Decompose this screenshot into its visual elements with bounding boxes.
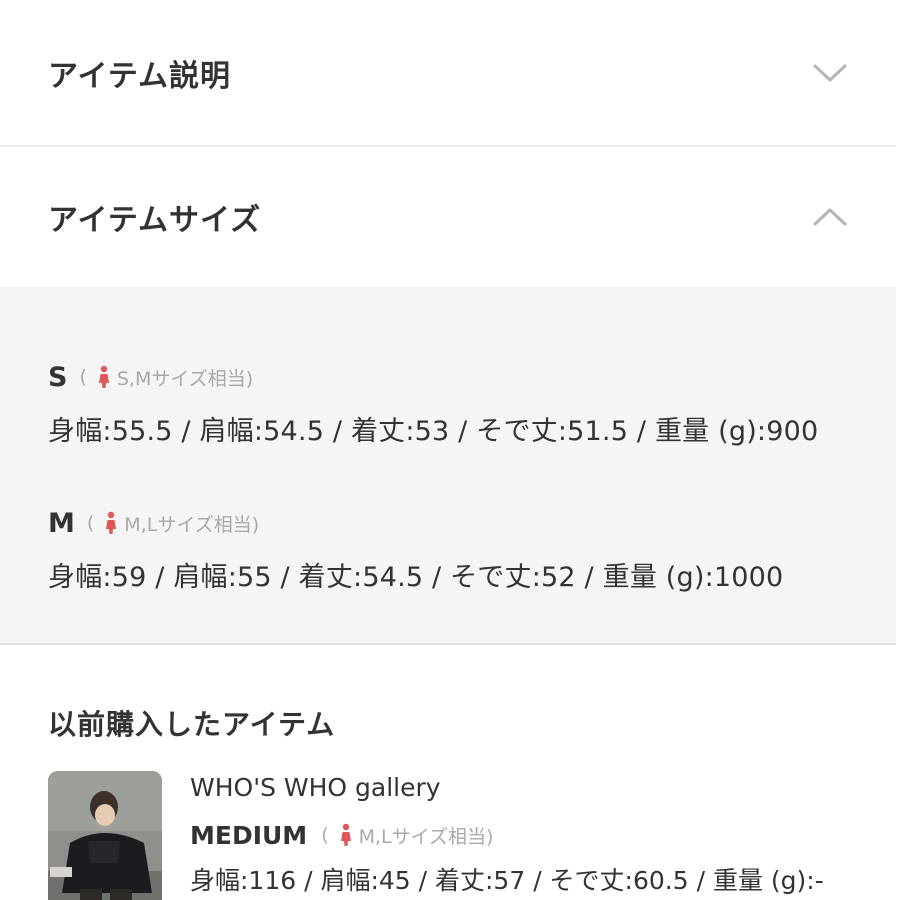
previous-purchase-title: 以前購入したアイテム [48, 708, 336, 741]
note-text: S,Mサイズ相当) [116, 367, 254, 390]
product-thumbnail[interactable] [48, 771, 162, 900]
size-heading: S ( S,Mサイズ相当) [48, 359, 818, 395]
item-size-accordion[interactable]: アイテムサイズ [0, 147, 896, 287]
size-measurements: 身幅:55.5 / 肩幅:54.5 / 着丈:53 / そで丈:51.5 / 重… [48, 416, 819, 447]
previous-purchase-info: WHO'S WHO gallery MEDIUM ( M,Lサイズ相当) 身幅:… [190, 773, 824, 897]
chevron-down-icon[interactable] [812, 62, 848, 84]
person-icon [104, 511, 118, 535]
note-open-paren: ( [79, 366, 87, 388]
size-measurements: 身幅:59 / 肩幅:55 / 着丈:54.5 / そで丈:52 / 重量 (g… [48, 562, 784, 593]
person-icon [339, 823, 353, 847]
previous-size-label: MEDIUM [190, 820, 308, 850]
previous-measurements: 身幅:116 / 肩幅:45 / 着丈:57 / そで丈:60.5 / 重量 (… [190, 866, 824, 895]
chevron-up-icon[interactable] [812, 206, 848, 228]
size-label: S [48, 361, 68, 393]
note-text: M,Lサイズ相当) [358, 825, 494, 848]
size-entry-s: S ( S,Mサイズ相当) 身幅:55.5 / 肩幅:54.5 / 着丈:53 … [48, 359, 818, 448]
previous-size-heading: MEDIUM ( M,Lサイズ相当) [190, 817, 824, 853]
item-size-panel: S ( S,Mサイズ相当) 身幅:55.5 / 肩幅:54.5 / 着丈:53 … [0, 287, 896, 645]
brand-name[interactable]: WHO'S WHO gallery [190, 773, 824, 809]
previous-purchase-section: 以前購入したアイテム WHO'S WHO gallery MEDIUM (M,… [0, 645, 896, 900]
note-text: M,Lサイズ相当) [124, 513, 260, 536]
item-description-title: アイテム説明 [48, 58, 231, 94]
note-open-paren: ( [321, 824, 329, 846]
size-equivalent-note: ( M,Lサイズ相当) [321, 822, 493, 849]
item-size-title: アイテムサイズ [48, 203, 262, 238]
size-equivalent-note: ( S,Mサイズ相当) [79, 364, 253, 391]
item-detail-page: アイテム説明 アイテムサイズ S ( S,Mサイズ相当) 身幅:55.5 / 肩… [0, 0, 900, 900]
size-entry-m: M ( M,Lサイズ相当) 身幅:59 / 肩幅:55 / 着丈:54.5 / … [48, 505, 783, 594]
size-heading: M ( M,Lサイズ相当) [48, 505, 783, 541]
size-equivalent-note: ( M,Lサイズ相当) [87, 510, 259, 537]
item-description-accordion[interactable]: アイテム説明 [0, 0, 896, 147]
note-open-paren: ( [86, 512, 95, 534]
size-label: M [48, 507, 75, 539]
person-icon [97, 365, 111, 389]
